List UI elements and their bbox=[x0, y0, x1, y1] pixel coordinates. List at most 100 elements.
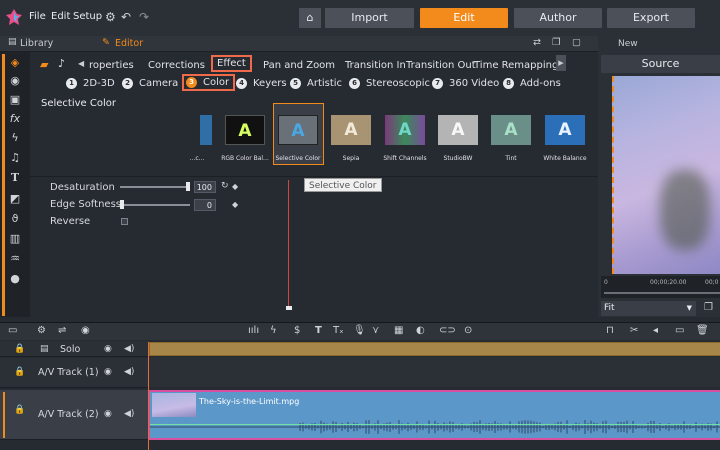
delete-icon[interactable]: 🗑 bbox=[696, 325, 709, 336]
color-wheel-icon[interactable]: ◉ bbox=[8, 74, 22, 88]
speaker-icon[interactable]: ◀) bbox=[124, 409, 134, 419]
link-icon[interactable]: ⇄ bbox=[533, 37, 541, 48]
filmstrip-icon[interactable]: ▥ bbox=[8, 232, 22, 246]
desaturation-slider[interactable] bbox=[120, 186, 190, 188]
scroll-right-button[interactable]: ▶ bbox=[556, 55, 566, 71]
audio-icon[interactable]: ♒ bbox=[8, 252, 22, 266]
stack-icon[interactable]: ▣ bbox=[8, 93, 22, 107]
split-icon[interactable]: ⋎ bbox=[372, 325, 379, 336]
eye-icon[interactable]: ◉ bbox=[104, 344, 112, 354]
tab-pan-zoom[interactable]: Pan and Zoom bbox=[263, 60, 335, 71]
link-clip-icon[interactable]: ⊂⊃ bbox=[439, 325, 456, 336]
color-grade-icon[interactable]: ◐ bbox=[416, 325, 425, 336]
text-tool-icon[interactable]: Tₓ bbox=[333, 325, 344, 336]
category-360-video[interactable]: 7 360 Video bbox=[432, 78, 499, 89]
settings-icon[interactable]: ⚙ bbox=[105, 10, 116, 24]
eye-icon[interactable]: ◉ bbox=[104, 409, 112, 419]
menu-setup[interactable]: Setup bbox=[73, 11, 102, 22]
tab-time-remapping[interactable]: Time Remapping bbox=[474, 60, 558, 71]
menu-edit[interactable]: Edit bbox=[51, 11, 70, 22]
category-color[interactable]: 3 Color bbox=[182, 74, 236, 91]
timeline-settings-icon[interactable]: ▭ bbox=[8, 325, 17, 336]
music-icon[interactable]: ♫ bbox=[8, 151, 22, 165]
disc-icon[interactable]: ● bbox=[8, 272, 22, 286]
effect-tint[interactable]: A bbox=[491, 115, 531, 145]
trim-icon[interactable]: ⊓ bbox=[606, 325, 614, 336]
lock-icon[interactable]: 🔒 bbox=[14, 367, 25, 377]
desaturation-value[interactable]: 100 bbox=[194, 181, 216, 193]
tab-corrections[interactable]: Corrections bbox=[148, 60, 205, 71]
scrub-track[interactable] bbox=[604, 292, 720, 294]
keyframe-icon[interactable]: ◆ bbox=[232, 182, 238, 191]
restore-icon[interactable]: ❐ bbox=[704, 302, 713, 313]
tab-transition-out[interactable]: Transition Out bbox=[406, 60, 476, 71]
eye-icon[interactable]: ◉ bbox=[104, 367, 112, 377]
video-icon[interactable]: ◈ bbox=[8, 56, 22, 70]
motion-icon[interactable]: ϑ bbox=[8, 212, 22, 226]
effect-studiobw[interactable]: A bbox=[438, 115, 478, 145]
motion-tool-icon[interactable]: $ bbox=[294, 325, 300, 336]
lock-icon[interactable]: 🔒 bbox=[14, 405, 25, 415]
timeline-playhead[interactable] bbox=[148, 342, 149, 450]
voiceover-icon[interactable]: 🎙 bbox=[353, 325, 366, 336]
effect-selective-color[interactable]: A bbox=[278, 115, 318, 145]
razor-icon[interactable]: ✂ bbox=[630, 325, 638, 336]
effect-sepia[interactable]: A bbox=[331, 115, 371, 145]
effect-rgb-color-balance[interactable]: A bbox=[225, 115, 265, 145]
source-tab[interactable]: Source bbox=[601, 55, 720, 73]
track-1-area[interactable] bbox=[148, 357, 720, 387]
speaker-icon[interactable]: ◀) bbox=[124, 344, 134, 354]
keyframe-icon[interactable]: ◆ bbox=[232, 200, 238, 209]
home-button[interactable]: ⌂ bbox=[299, 8, 321, 28]
close-panel-icon[interactable]: ▢ bbox=[572, 37, 581, 48]
grid-icon[interactable]: ▦ bbox=[394, 325, 403, 336]
marker-icon[interactable]: ⊙ bbox=[464, 325, 472, 336]
category-add-ons[interactable]: 8 Add-ons bbox=[503, 78, 561, 89]
tab-editor[interactable]: Editor bbox=[115, 38, 143, 49]
volume-line[interactable] bbox=[150, 424, 720, 425]
reset-icon[interactable]: ↻ bbox=[221, 181, 229, 191]
redo-icon[interactable]: ↷ bbox=[139, 10, 149, 24]
tab-library[interactable]: Library bbox=[20, 38, 53, 49]
audio-mixer-icon[interactable]: ıılı bbox=[248, 325, 259, 336]
title-tool-icon[interactable]: T bbox=[315, 325, 322, 336]
category-artistic[interactable]: 5 Artistic bbox=[290, 78, 342, 89]
scroll-left-icon[interactable]: ◀ bbox=[78, 59, 84, 68]
speaker-icon[interactable]: ◀) bbox=[124, 367, 134, 377]
reverse-checkbox[interactable] bbox=[121, 218, 128, 225]
zoom-fit-select[interactable]: Fit ▼ bbox=[601, 301, 696, 316]
gear-icon[interactable]: ⚙ bbox=[37, 325, 46, 336]
audio-clip-icon[interactable]: ♪ bbox=[58, 57, 65, 70]
tab-effect[interactable]: Effect bbox=[211, 55, 252, 72]
mode-import-button[interactable]: Import bbox=[325, 8, 414, 28]
overlay-icon[interactable]: ◩ bbox=[8, 192, 22, 206]
edge-softness-slider[interactable] bbox=[120, 204, 190, 206]
lightning-icon[interactable]: ϟ bbox=[8, 131, 22, 145]
restore-icon[interactable]: ❐ bbox=[552, 37, 561, 48]
playhead-marker[interactable] bbox=[286, 306, 292, 310]
keyframe-playhead[interactable] bbox=[288, 180, 289, 308]
solo-track-region[interactable] bbox=[150, 343, 720, 355]
fx-tool-icon[interactable]: ϟ bbox=[270, 325, 277, 336]
category-2d-3d[interactable]: 1 2D-3D bbox=[66, 78, 115, 89]
mode-export-button[interactable]: Export bbox=[607, 8, 695, 28]
track-mode-icon[interactable]: ⇌ bbox=[58, 325, 66, 336]
tab-properties[interactable]: roperties bbox=[89, 60, 134, 71]
tab-transition-in[interactable]: Transition In bbox=[345, 60, 406, 71]
fx-icon[interactable]: fx bbox=[8, 112, 22, 126]
category-keyers[interactable]: 4 Keyers bbox=[236, 78, 287, 89]
clip-icon[interactable]: ▭ bbox=[675, 325, 684, 336]
mute-icon[interactable]: ◂ bbox=[653, 325, 658, 336]
mode-author-button[interactable]: Author bbox=[514, 8, 602, 28]
effect-thumb-partial[interactable] bbox=[200, 115, 212, 145]
lock-icon[interactable]: 🔒 bbox=[14, 344, 25, 354]
title-icon[interactable]: T bbox=[8, 171, 22, 185]
category-stereoscopic[interactable]: 6 Stereoscopic bbox=[349, 78, 430, 89]
effect-shift-channels[interactable]: A bbox=[385, 115, 425, 145]
category-camera[interactable]: 2 Camera bbox=[122, 78, 178, 89]
edge-softness-slider-handle[interactable] bbox=[120, 200, 124, 209]
edge-softness-value[interactable]: 0 bbox=[194, 199, 216, 211]
mode-edit-button[interactable]: Edit bbox=[420, 8, 508, 28]
effect-white-balance[interactable]: A bbox=[545, 115, 585, 145]
undo-icon[interactable]: ↶ bbox=[121, 10, 131, 24]
